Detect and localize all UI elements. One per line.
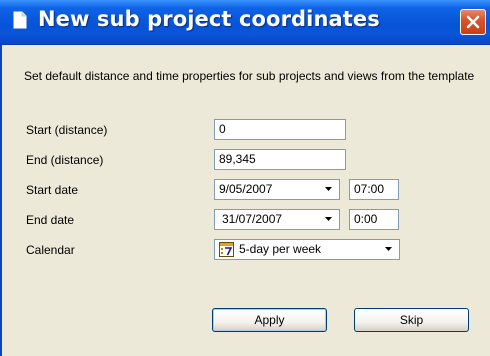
calendar-select[interactable]: 5-day per week: [214, 239, 400, 260]
document-icon: [13, 11, 27, 29]
calendar-label: Calendar: [26, 243, 75, 257]
dialog-window: New sub project coordinates Set default …: [0, 0, 490, 356]
end-distance-input[interactable]: 89,345: [214, 149, 346, 170]
start-date-label: Start date: [26, 183, 79, 197]
start-date-picker[interactable]: 9/05/2007: [214, 179, 340, 200]
chevron-down-icon: [325, 187, 332, 191]
start-distance-label: Start (distance): [26, 123, 108, 137]
start-date-dropdown-button[interactable]: [321, 181, 338, 198]
end-date-picker[interactable]: 31/07/2007: [214, 209, 340, 230]
start-time-input[interactable]: 07:00: [349, 179, 399, 200]
end-time-input[interactable]: 0:00: [349, 209, 399, 230]
end-date-label: End date: [26, 213, 75, 227]
start-distance-input[interactable]: 0: [214, 119, 346, 140]
end-date-value: 31/07/2007: [222, 212, 283, 226]
start-date-value: 9/05/2007: [219, 182, 273, 196]
title-bar[interactable]: New sub project coordinates: [0, 0, 490, 45]
chevron-down-icon: [385, 247, 392, 251]
chevron-down-icon: [325, 217, 332, 221]
description-text: Set default distance and time properties…: [24, 69, 475, 83]
calendar-dropdown-button[interactable]: [381, 241, 398, 258]
calendar-icon: [219, 242, 234, 257]
apply-button[interactable]: Apply: [212, 308, 327, 332]
skip-button[interactable]: Skip: [354, 308, 469, 332]
window-title: New sub project coordinates: [38, 7, 380, 31]
end-date-dropdown-button[interactable]: [321, 211, 338, 228]
calendar-value: 5-day per week: [239, 242, 322, 256]
close-icon: [466, 15, 480, 29]
end-distance-label: End (distance): [26, 153, 104, 167]
close-button[interactable]: [460, 9, 486, 35]
dialog-body: Set default distance and time properties…: [0, 45, 490, 356]
